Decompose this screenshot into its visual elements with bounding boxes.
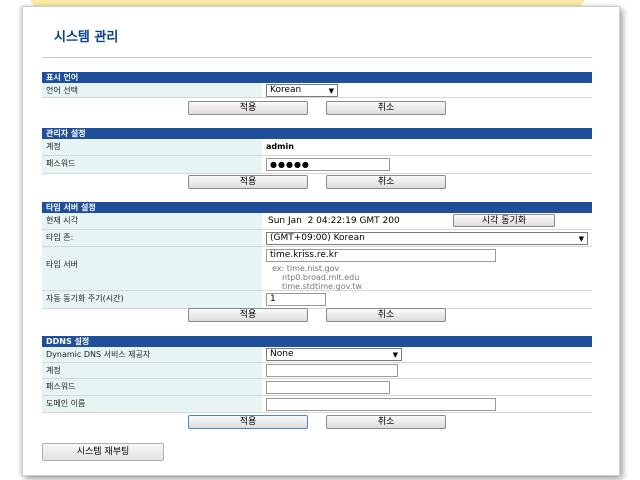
sync-interval-label: 자동 동기화 주기(시간)	[42, 291, 262, 308]
admin-account-label: 계정	[42, 139, 262, 155]
time-apply-button[interactable]: 적용	[188, 308, 308, 322]
time-cancel-button[interactable]: 취소	[326, 308, 446, 322]
chevron-down-icon: ▼	[392, 351, 398, 359]
chevron-down-icon: ▼	[578, 235, 584, 243]
sync-interval-field[interactable]: 1	[266, 293, 326, 306]
ddns-provider-select[interactable]: None ▼	[266, 348, 402, 361]
admin-password-label: 패스워드	[42, 156, 262, 173]
system-reboot-button[interactable]: 시스템 재부팅	[42, 443, 164, 461]
current-time-value: Sun Jan 2 04:22:19 GMT 200	[268, 216, 400, 226]
ddns-password-row: 패스워드	[42, 379, 592, 396]
current-time-row: 현재 시각 Sun Jan 2 04:22:19 GMT 200 시각 동기화	[42, 213, 592, 230]
time-server-field[interactable]: time.kriss.re.kr	[266, 249, 496, 262]
language-section: 표시 언어 언어 선택 Korean ▼	[42, 72, 592, 98]
page-title: 시스템 관리	[54, 30, 119, 45]
time-server-section-header: 타임 서버 설정	[42, 202, 592, 213]
sync-interval-row: 자동 동기화 주기(시간) 1	[42, 291, 592, 309]
time-sync-button[interactable]: 시각 동기화	[453, 214, 555, 227]
language-select-value: Korean	[270, 85, 302, 95]
language-section-header: 표시 언어	[42, 72, 592, 83]
language-row: 언어 선택 Korean ▼	[42, 83, 592, 98]
ddns-domain-field[interactable]	[266, 398, 496, 411]
language-apply-button[interactable]: 적용	[188, 101, 308, 115]
ddns-section-header: DDNS 설정	[42, 336, 592, 347]
ddns-account-field[interactable]	[266, 364, 398, 377]
current-time-label: 현재 시각	[42, 213, 262, 229]
admin-section-header: 관리자 설정	[42, 128, 592, 139]
ddns-password-field[interactable]	[266, 381, 390, 394]
time-server-hint: ntp0.broad.mit.edu	[282, 273, 360, 282]
admin-cancel-button[interactable]: 취소	[326, 175, 446, 189]
admin-apply-button[interactable]: 적용	[188, 175, 308, 189]
ddns-domain-label: 도메인 이름	[42, 396, 262, 412]
chevron-down-icon: ▼	[328, 87, 334, 95]
timezone-select-value: (GMT+09:00) Korean	[270, 233, 365, 243]
ddns-account-row: 계정	[42, 363, 592, 379]
ddns-provider-label: Dynamic DNS 서비스 제공자	[42, 347, 262, 362]
ddns-provider-select-value: None	[270, 349, 294, 359]
timezone-row: 타임 존: (GMT+09:00) Korean ▼	[42, 230, 592, 247]
time-server-hint: ex: time.nist.gov	[272, 264, 340, 273]
language-cancel-button[interactable]: 취소	[326, 101, 446, 115]
time-server-row: 타임 서버 time.kriss.re.kr ex: time.nist.gov…	[42, 247, 592, 291]
admin-section: 관리자 설정 계정 admin 패스워드 ●●●●●	[42, 128, 592, 174]
ddns-provider-row: Dynamic DNS 서비스 제공자 None ▼	[42, 347, 592, 363]
ddns-password-label: 패스워드	[42, 379, 262, 395]
title-divider	[42, 57, 592, 58]
time-server-label: 타임 서버	[42, 247, 262, 290]
admin-account-value: admin	[266, 142, 294, 151]
time-server-section: 타임 서버 설정 현재 시각 Sun Jan 2 04:22:19 GMT 20…	[42, 202, 592, 309]
admin-password-row: 패스워드 ●●●●●	[42, 156, 592, 174]
ddns-cancel-button[interactable]: 취소	[326, 415, 446, 429]
admin-password-field[interactable]: ●●●●●	[266, 158, 390, 171]
ddns-section: DDNS 설정 Dynamic DNS 서비스 제공자 None ▼ 계정 패스…	[42, 336, 592, 413]
ddns-account-label: 계정	[42, 363, 262, 378]
language-select[interactable]: Korean ▼	[266, 84, 338, 97]
timezone-label: 타임 존:	[42, 230, 262, 246]
timezone-select[interactable]: (GMT+09:00) Korean ▼	[266, 232, 588, 245]
ddns-domain-row: 도메인 이름	[42, 396, 592, 413]
language-label: 언어 선택	[42, 83, 262, 97]
admin-account-row: 계정 admin	[42, 139, 592, 156]
ddns-apply-button[interactable]: 적용	[188, 415, 308, 429]
time-server-hint: time.stdtime.gov.tw	[282, 282, 362, 291]
